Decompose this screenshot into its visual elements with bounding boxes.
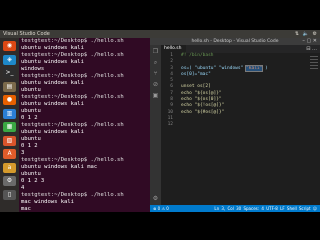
code-line[interactable]: 12	[161, 122, 320, 128]
system-top-bar: Visual Studio Code ⇅ 🔈 ⚙	[0, 30, 320, 38]
terminal-output-line: ubuntu	[19, 171, 150, 178]
terminal-line-text: 4	[21, 185, 25, 191]
terminal-line-text: ubuntu windows kali	[21, 80, 84, 86]
terminal-line-text: testgtest:~/Desktop$ ./hello.sh	[21, 52, 124, 58]
status-info[interactable]: Ln 3, Col 30 Spaces: 4 UTF-8 LF Shell Sc…	[214, 205, 317, 212]
extensions-icon[interactable]: ▣	[152, 92, 159, 99]
terminal-output-line: ubuntu	[19, 87, 150, 94]
debug-icon[interactable]: ⊘	[152, 81, 159, 88]
terminal-prompt-line: testgtest:~/Desktop$ ./hello.sh	[19, 73, 150, 80]
impress-icon[interactable]: ▧	[3, 135, 16, 146]
terminal-output-line: ubuntu windows kali	[19, 59, 150, 66]
trash-icon[interactable]: ▯	[3, 189, 16, 200]
code-text: echo "${#os[@]}"	[181, 109, 225, 115]
window-controls[interactable]: – ▢ ✕	[302, 38, 317, 45]
terminal-line-text: windows	[21, 66, 45, 72]
search-icon[interactable]: ⌕	[152, 59, 159, 66]
terminal-line-text: ubuntu windows kali	[21, 45, 84, 51]
terminal-output-line: 0 1 2 3	[19, 178, 150, 185]
terminal-line-text: 0 1 2	[21, 143, 38, 149]
terminal-window[interactable]: testgtest:~/Desktop$ ./hello.sh ubuntu wi…	[19, 38, 150, 212]
vscode-title-bar: hello.sh - Desktop - Visual Studio Code …	[150, 38, 320, 45]
terminal-output-line: 0 1 2	[19, 143, 150, 150]
terminal-line-text: ubuntu	[21, 108, 41, 114]
line-number: 12	[167, 122, 173, 128]
problems-indicator[interactable]: ⊗ 0 ⚠ 0	[153, 205, 169, 212]
code-text: echo "${os[@]}"	[181, 90, 222, 96]
terminal-output-line: ubuntu windows kali	[19, 80, 150, 87]
terminal-output-line: 4	[19, 185, 150, 192]
selected-text: "kali"	[245, 64, 264, 72]
code-editor[interactable]: 1 #! /bin/bash 2 3 os=( "ubuntu" "windows" "…	[161, 53, 320, 205]
terminal-prompt-line: testgtest:~/Desktop$ ./hello.sh	[19, 192, 150, 199]
amazon-icon[interactable]: a	[3, 162, 16, 173]
terminal-output-line: 3	[19, 150, 150, 157]
source-control-icon[interactable]: ⑂	[152, 70, 159, 77]
editor-tab-bar: hello.sh ⊟ …	[161, 45, 320, 53]
vscode-window: hello.sh - Desktop - Visual Studio Code …	[150, 38, 320, 212]
terminal-line-text: testgtest:~/Desktop$ ./hello.sh	[21, 73, 124, 79]
code-text: echo "${!os[@]}"	[181, 103, 225, 109]
terminal-line-text: mac windows kali	[21, 199, 74, 205]
dash-icon[interactable]: ◉	[3, 41, 16, 51]
explorer-icon[interactable]: ❐	[152, 48, 159, 55]
writer-icon[interactable]: ▥	[3, 108, 16, 119]
code-text: unset os[2]	[181, 84, 211, 90]
terminal-output-line: ubuntu windows kali	[19, 129, 150, 136]
terminal-line-text: ubuntu windows kali	[21, 129, 84, 135]
terminal-output-line: ubuntu windows kali mac	[19, 164, 150, 171]
unity-launcher: ◉ ◈ >_ ▤ ● ▥ ▦ ▧ Aa ⚙ ▯	[0, 38, 19, 212]
terminal-line-text: testgtest:~/Desktop$ ./hello.sh	[21, 38, 124, 44]
code-text: #! /bin/bash	[181, 53, 214, 58]
minimap[interactable]	[310, 56, 318, 86]
calc-icon[interactable]: ▦	[3, 122, 16, 132]
terminal-icon[interactable]: >_	[3, 68, 16, 78]
terminal-output-line: ubuntu	[19, 108, 150, 115]
terminal-line-text: ubuntu windows kali	[21, 101, 84, 107]
terminal-line-text: ubuntu windows kali	[21, 59, 84, 65]
settings-icon[interactable]: ⚙	[3, 176, 16, 186]
activity-bar: ❐ ⌕ ⑂ ⊘ ▣ ⚙	[150, 45, 161, 205]
tab-hello-sh[interactable]: hello.sh	[161, 45, 186, 53]
code-text: os=( "ubuntu" "windows"	[181, 65, 247, 71]
manage-gear-icon[interactable]: ⚙	[152, 195, 159, 202]
terminal-line-text: 0 1 2 3	[21, 178, 45, 184]
terminal-line-text: 3	[21, 150, 25, 156]
terminal-line-text: mac	[21, 206, 31, 212]
terminal-line-text: 0 1 2	[21, 115, 38, 121]
terminal-output-line: ubuntu windows kali	[19, 101, 150, 108]
terminal-output-line: windows	[19, 66, 150, 73]
vscode-icon[interactable]: ◈	[3, 54, 16, 65]
terminal-output-line: 0 1 2	[19, 115, 150, 122]
terminal-line-text: testgtest:~/Desktop$ ./hello.sh	[21, 192, 124, 198]
terminal-line-text: testgtest:~/Desktop$ ./hello.sh	[21, 122, 124, 128]
active-window-title: Visual Studio Code	[3, 31, 50, 37]
terminal-prompt-line: testgtest:~/Desktop$ ./hello.sh	[19, 122, 150, 129]
terminal-line-text: testgtest:~/Desktop$ ./hello.sh	[21, 157, 124, 163]
terminal-output-line: ubuntu windows kali	[19, 45, 150, 52]
terminal-output-line: mac windows kali	[19, 199, 150, 206]
terminal-line-text: ubuntu	[21, 87, 41, 93]
terminal-line-text: ubuntu windows kali mac	[21, 164, 98, 170]
code-text: os[0]="mac"	[181, 71, 211, 77]
editor-actions[interactable]: ⊟ …	[306, 45, 317, 53]
terminal-line-text: ubuntu	[21, 171, 41, 177]
terminal-prompt-line: testgtest:~/Desktop$ ./hello.sh	[19, 157, 150, 164]
system-tray[interactable]: ⇅ 🔈 ⚙	[295, 30, 317, 38]
code-text: )	[262, 65, 268, 71]
status-bar: ⊗ 0 ⚠ 0 Ln 3, Col 30 Spaces: 4 UTF-8 LF …	[150, 205, 320, 212]
terminal-line-text: ubuntu	[21, 136, 41, 142]
files-icon[interactable]: ▤	[3, 81, 16, 92]
software-icon[interactable]: A	[3, 149, 16, 159]
terminal-output-line: mac	[19, 206, 150, 212]
code-text: echo "${os[0]}"	[181, 97, 222, 103]
vscode-window-title: hello.sh - Desktop - Visual Studio Code	[191, 39, 279, 44]
terminal-prompt-line: testgtest:~/Desktop$ ./hello.sh	[19, 94, 150, 101]
terminal-line-text: testgtest:~/Desktop$ ./hello.sh	[21, 94, 124, 100]
firefox-icon[interactable]: ●	[3, 95, 16, 105]
terminal-output-line: ubuntu	[19, 136, 150, 143]
terminal-prompt-line: testgtest:~/Desktop$ ./hello.sh	[19, 52, 150, 59]
terminal-prompt-line: testgtest:~/Desktop$ ./hello.sh	[19, 38, 150, 45]
